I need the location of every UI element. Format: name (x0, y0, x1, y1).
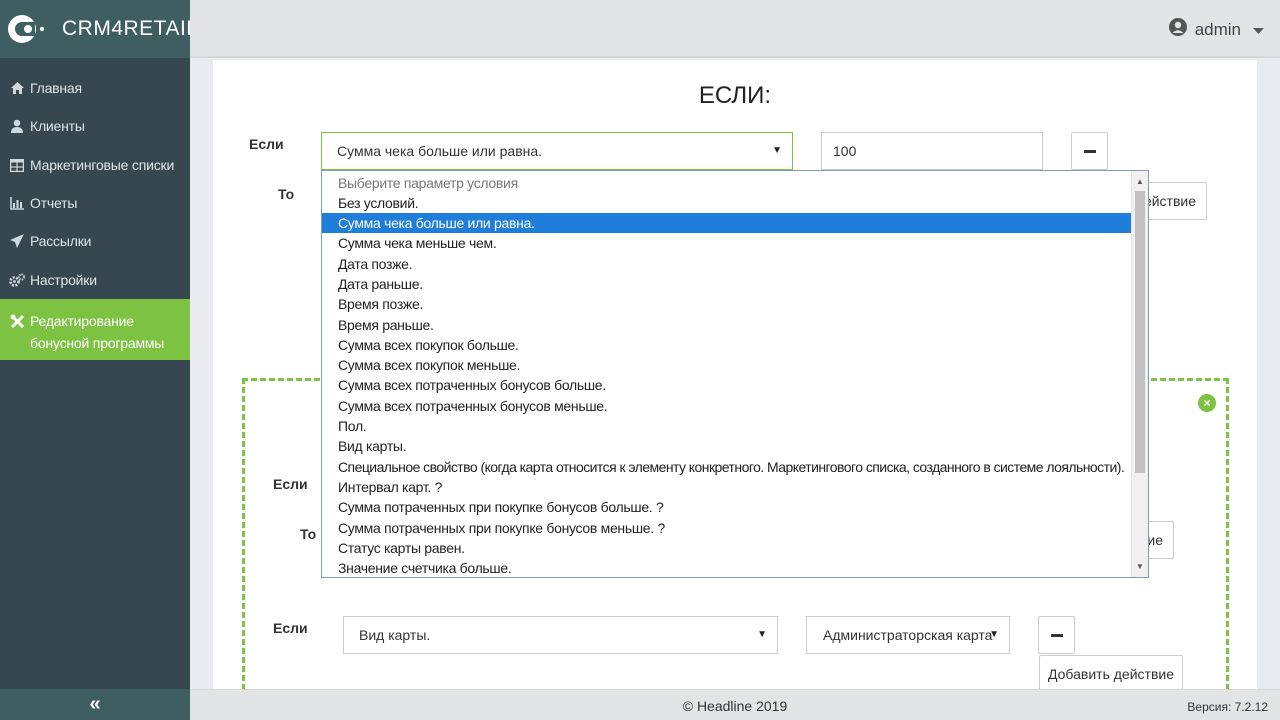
dropdown-option[interactable]: Дата раньше. (322, 274, 1133, 294)
rule2-add-action-button[interactable]: Добавить действие (1039, 655, 1183, 689)
scrollbar-thumb[interactable] (1135, 191, 1145, 473)
rule1-if-label: Если (249, 136, 284, 152)
dropdown-option[interactable]: Сумма всех потраченных бонусов больше. (322, 375, 1133, 395)
rule1-amount-value: 100 (833, 143, 857, 159)
sidebar-item-label: Главная (30, 80, 82, 96)
dropdown-option-placeholder: Выберите параметр условия (338, 175, 518, 191)
sidebar-item-reports[interactable]: Отчеты (0, 184, 190, 222)
rule2-card-type-select[interactable]: Администраторская карта ▼ (806, 616, 1010, 654)
dropdown-option[interactable]: Сумма всех покупок больше. (322, 335, 1133, 355)
sidebar-item-clients[interactable]: Клиенты (0, 107, 190, 145)
sidebar-item-label: Настройки (30, 272, 97, 288)
sidebar-item-label-line2: бонусной программы (30, 335, 165, 351)
dropdown-scrollbar[interactable]: ▲ ▼ (1131, 171, 1148, 577)
sidebar-item-label: Отчеты (30, 195, 78, 211)
rule2-if-label: Если (273, 620, 308, 636)
select-arrow-icon: ▼ (772, 145, 782, 156)
dropdown-option[interactable]: Сумма чека меньше чем. (322, 233, 1133, 253)
top-header: admin (190, 0, 1280, 58)
dropdown-option[interactable]: Сумма всех потраченных бонусов меньше. (322, 396, 1133, 416)
collapse-sidebar-button[interactable]: « (0, 689, 190, 720)
sidebar-item-label: Редактирование бонусной программы (30, 310, 164, 354)
dropdown-option[interactable]: Вид карты. (322, 436, 1133, 456)
rule1-condition-select[interactable]: Сумма чека больше или равна. ▼ (321, 132, 793, 170)
rule1-remove-button[interactable] (1071, 132, 1108, 170)
minus-icon (1050, 633, 1063, 637)
group-if-label: Если (273, 476, 308, 492)
sidebar-item-label: Маркетинговые списки (30, 157, 175, 173)
user-circle-icon (1168, 18, 1187, 41)
minus-icon (1083, 149, 1096, 153)
dropdown-option[interactable]: Сумма потраченных при покупке бонусов бо… (322, 497, 1133, 517)
sidebar-item-bonus-program[interactable]: Редактирование бонусной программы (0, 299, 190, 360)
double-chevron-left-icon: « (89, 693, 101, 715)
dropdown-option[interactable]: Время позже. (322, 294, 1133, 314)
scroll-up-icon[interactable]: ▲ (1132, 173, 1148, 190)
dropdown-option[interactable]: Дата позже. (322, 254, 1133, 274)
add-action-label: Добавить действие (1048, 666, 1174, 682)
select-arrow-icon: ▼ (757, 629, 767, 640)
user-icon (9, 118, 25, 134)
footer: © Headline 2019 Версия: 7.2.12 (190, 689, 1280, 720)
add-action-label: ействие (1143, 193, 1196, 209)
table-icon (9, 157, 25, 173)
condition-dropdown-list[interactable]: Выберите параметр условия Без условий. С… (321, 170, 1149, 578)
rule1-amount-input[interactable]: 100 (821, 132, 1043, 170)
sidebar-item-mailings[interactable]: Рассылки (0, 222, 190, 260)
user-menu[interactable]: admin (1168, 18, 1264, 41)
page-title: ЕСЛИ: (698, 82, 772, 109)
sidebar-item-label: Клиенты (30, 118, 85, 134)
gears-icon (9, 272, 25, 288)
dropdown-option[interactable]: Статус карты равен. (322, 538, 1133, 558)
scroll-down-icon[interactable]: ▼ (1132, 558, 1148, 575)
dropdown-option[interactable]: Специальное свойство (когда карта относи… (322, 457, 1133, 477)
caret-down-icon (1253, 20, 1264, 40)
rule1-condition-value: Сумма чека больше или равна. (337, 143, 543, 159)
dropdown-option[interactable]: Значение счетчика больше. (322, 558, 1133, 577)
rule2-card-type-value: Администраторская карта (823, 627, 993, 643)
select-arrow-icon: ▼ (989, 629, 999, 640)
sidebar: CRM4RETAIL Главная Клиенты Маркетинговые… (0, 0, 198, 720)
dropdown-option[interactable]: Интервал карт. ? (322, 477, 1133, 497)
sidebar-item-label: Рассылки (30, 233, 92, 249)
sidebar-item-home[interactable]: Главная (0, 69, 190, 107)
sidebar-item-label-line1: Редактирование (30, 313, 134, 329)
username: admin (1194, 19, 1241, 39)
dropdown-option[interactable]: Сумма потраченных при покупке бонусов ме… (322, 518, 1133, 538)
add-action-label: ие (1147, 532, 1163, 548)
group-then-label: То (300, 526, 317, 542)
brand-name: CRM4RETAIL (62, 17, 199, 40)
rule2-remove-button[interactable] (1038, 616, 1075, 654)
sidebar-item-marketing-lists[interactable]: Маркетинговые списки (0, 146, 190, 184)
dropdown-option[interactable]: Без условий. (322, 193, 1133, 213)
bar-chart-icon (9, 195, 25, 211)
sidebar-item-settings[interactable]: Настройки (0, 261, 190, 299)
remove-group-icon[interactable]: × (1198, 394, 1216, 412)
copyright-text: © Headline 2019 (682, 698, 788, 714)
logo-mark-icon (4, 11, 60, 47)
dropdown-option-selected[interactable]: Сумма чека больше или равна. (322, 213, 1133, 233)
dropdown-option[interactable]: Время раньше. (322, 315, 1133, 335)
rule2-condition-value: Вид карты. (359, 627, 431, 643)
rule2-condition-select[interactable]: Вид карты. ▼ (343, 616, 778, 654)
paper-plane-icon (9, 233, 25, 249)
dropdown-option[interactable]: Сумма всех покупок меньше. (322, 355, 1133, 375)
home-icon (9, 80, 25, 96)
version-text: Версия: 7.2.12 (1187, 700, 1268, 714)
app-logo[interactable]: CRM4RETAIL (0, 0, 198, 58)
rule1-then-label: То (278, 186, 295, 202)
dropdown-option[interactable]: Пол. (322, 416, 1133, 436)
wrench-cross-icon (9, 313, 25, 329)
